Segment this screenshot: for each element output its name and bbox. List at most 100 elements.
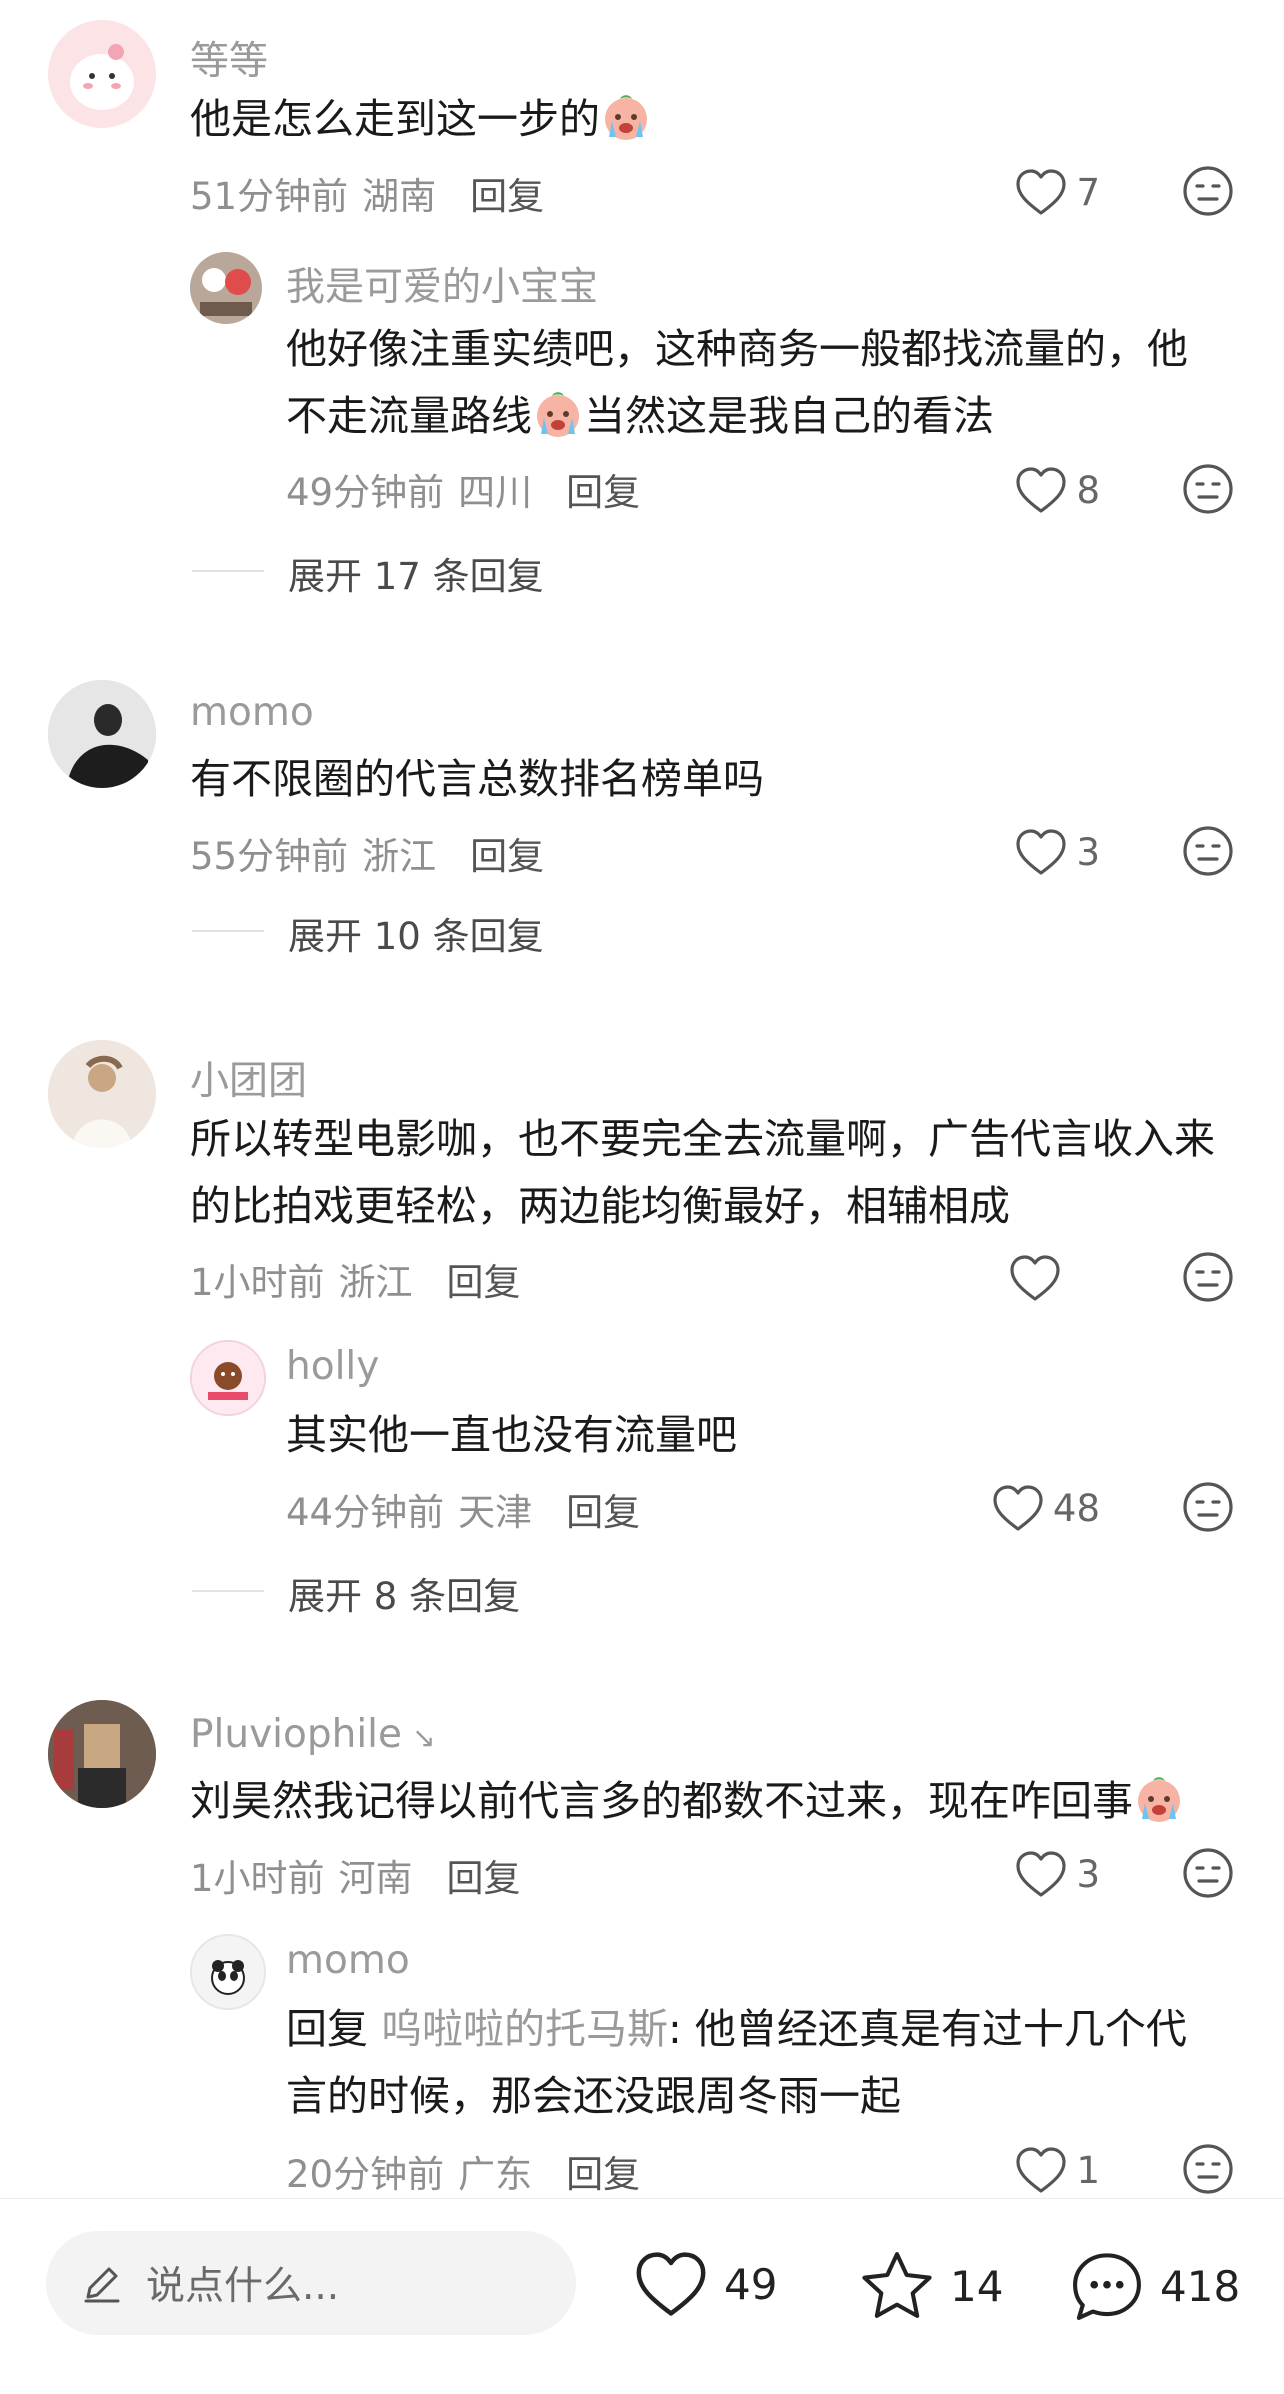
like-button[interactable]: 7 bbox=[990, 164, 1100, 220]
avatar-image bbox=[192, 1342, 264, 1414]
divider bbox=[192, 930, 264, 932]
reply-to-user[interactable]: 呜啦啦的托马斯 bbox=[381, 2005, 668, 2053]
reply-author[interactable]: 我是可爱的小宝宝 bbox=[286, 256, 598, 312]
expand-replies-label: 展开 17 条回复 bbox=[288, 555, 544, 598]
neutral-face-icon[interactable] bbox=[1181, 462, 1235, 516]
expand-replies-button[interactable]: 展开 8 条回复 bbox=[192, 1566, 521, 1620]
reply-time: 44分钟前 bbox=[286, 1491, 445, 1534]
bottom-action-bar: 说点什么... 49 14 418 bbox=[0, 2198, 1284, 2394]
comment-input-placeholder: 说点什么... bbox=[146, 2264, 340, 2309]
comment-author[interactable]: Pluviophile ↘ bbox=[190, 1712, 435, 1757]
reply-text-line: 回复 呜啦啦的托马斯: 他曾经还真是有过十几个代 bbox=[286, 1996, 1187, 2063]
comment-text: 所以转型电影咖，也不要完全去流量啊，广告代言收入来 的比拍戏更轻松，两边能均衡最… bbox=[190, 1106, 1215, 1240]
comment-text-content: 他是怎么走到这一步的 bbox=[190, 95, 600, 143]
comment-author[interactable]: momo bbox=[190, 690, 314, 735]
heart-outline-icon bbox=[636, 2252, 706, 2316]
heart-outline-icon bbox=[1008, 1253, 1062, 1303]
heart-outline-icon bbox=[1014, 465, 1068, 515]
neutral-face-icon[interactable] bbox=[1181, 824, 1235, 878]
reply-text: 回复 呜啦啦的托马斯: 他曾经还真是有过十几个代 言的时候，那会还没跟周冬雨一起 bbox=[286, 1996, 1187, 2130]
reply-text-segment: 当然这是我自己的看法 bbox=[584, 392, 994, 440]
like-button[interactable]: 48 bbox=[970, 1480, 1100, 1536]
comment-text: 他是怎么走到这一步的 bbox=[190, 86, 652, 153]
crying-face-emoji bbox=[1133, 1773, 1185, 1825]
avatar[interactable] bbox=[48, 1700, 156, 1808]
avatar-image bbox=[192, 1936, 264, 2008]
avatar-image bbox=[190, 252, 262, 324]
avatar[interactable] bbox=[190, 252, 262, 324]
comment-count: 418 bbox=[1160, 2261, 1241, 2311]
neutral-face-icon[interactable] bbox=[1181, 1480, 1235, 1534]
like-button[interactable] bbox=[990, 1250, 1070, 1306]
expand-replies-button[interactable]: 展开 17 条回复 bbox=[192, 546, 544, 600]
reply-button[interactable]: 回复 bbox=[566, 471, 640, 514]
reply-button[interactable]: 回复 bbox=[447, 1857, 521, 1900]
comment-location: 河南 bbox=[338, 1857, 413, 1900]
expand-replies-label: 展开 8 条回复 bbox=[288, 1575, 521, 1618]
reply-meta: 49分钟前 四川 回复 bbox=[286, 462, 640, 516]
reply-author[interactable]: momo bbox=[286, 1938, 410, 1983]
like-button[interactable]: 8 bbox=[990, 462, 1100, 518]
avatar-image bbox=[48, 680, 156, 788]
avatar[interactable] bbox=[48, 1040, 156, 1148]
reply-button[interactable]: 回复 bbox=[566, 2153, 640, 2196]
like-count: 7 bbox=[1076, 170, 1100, 214]
avatar[interactable] bbox=[190, 1934, 266, 2010]
comment-count-button[interactable]: 418 bbox=[1068, 2249, 1240, 2323]
heart-outline-icon bbox=[1014, 2145, 1068, 2195]
comment-meta: 1小时前 河南 回复 bbox=[190, 1848, 521, 1902]
like-count: 1 bbox=[1076, 2148, 1100, 2192]
like-button[interactable]: 1 bbox=[990, 2142, 1100, 2198]
like-button[interactable]: 3 bbox=[990, 1846, 1100, 1902]
like-button[interactable]: 3 bbox=[990, 824, 1100, 880]
avatar[interactable] bbox=[48, 680, 156, 788]
neutral-face-icon[interactable] bbox=[1181, 1250, 1235, 1304]
heart-outline-icon bbox=[991, 1483, 1045, 1533]
like-count: 48 bbox=[1052, 1486, 1100, 1530]
comment-text: 有不限圈的代言总数排名榜单吗 bbox=[190, 755, 764, 803]
reply-location: 四川 bbox=[458, 471, 533, 514]
reply-author[interactable]: holly bbox=[286, 1344, 379, 1389]
neutral-face-icon[interactable] bbox=[1181, 2142, 1235, 2196]
reply-text: 其实他一直也没有流量吧 bbox=[286, 1411, 737, 1459]
author-name: Pluviophile bbox=[190, 1712, 402, 1757]
neutral-face-icon[interactable] bbox=[1181, 164, 1235, 218]
heart-outline-icon bbox=[1014, 167, 1068, 217]
expand-replies-button[interactable]: 展开 10 条回复 bbox=[192, 906, 544, 960]
reply-location: 天津 bbox=[458, 1491, 533, 1534]
comment-time: 51分钟前 bbox=[190, 175, 349, 218]
heart-outline-icon bbox=[1014, 827, 1068, 877]
like-post-button[interactable]: 49 bbox=[632, 2249, 777, 2319]
neutral-face-icon[interactable] bbox=[1181, 1846, 1235, 1900]
reply-location: 广东 bbox=[458, 2153, 533, 2196]
reply-button[interactable]: 回复 bbox=[447, 1261, 521, 1304]
comment-time: 1小时前 bbox=[190, 1857, 325, 1900]
comment-location: 浙江 bbox=[362, 835, 437, 878]
favorite-count: 14 bbox=[950, 2261, 1004, 2311]
reply-button[interactable]: 回复 bbox=[566, 1491, 640, 1534]
comment-input[interactable]: 说点什么... bbox=[46, 2231, 576, 2335]
comment-location: 浙江 bbox=[338, 1261, 413, 1304]
reply-text-line: 不走流量路线 当然这是我自己的看法 bbox=[286, 383, 1188, 450]
crying-face-emoji bbox=[532, 388, 584, 440]
comment-text-line: 的比拍戏更轻松，两边能均衡最好，相辅相成 bbox=[190, 1182, 1010, 1230]
comment-meta: 1小时前 浙江 回复 bbox=[190, 1252, 521, 1306]
comment-text-content: 刘昊然我记得以前代言多的都数不过来，现在咋回事 bbox=[190, 1777, 1133, 1825]
post-like-count: 49 bbox=[724, 2259, 778, 2309]
reply-time: 20分钟前 bbox=[286, 2153, 445, 2196]
avatar[interactable] bbox=[48, 20, 156, 128]
crying-face-emoji bbox=[600, 91, 652, 143]
avatar-image bbox=[48, 1700, 156, 1808]
reply-button[interactable]: 回复 bbox=[470, 175, 544, 218]
favorite-button[interactable]: 14 bbox=[858, 2249, 1003, 2323]
comment-author[interactable]: 小团团 bbox=[190, 1050, 307, 1106]
like-count: 3 bbox=[1076, 830, 1100, 874]
comment-text-line: 所以转型电影咖，也不要完全去流量啊，广告代言收入来 bbox=[190, 1115, 1215, 1163]
avatar[interactable] bbox=[190, 1340, 266, 1416]
reply-button[interactable]: 回复 bbox=[470, 835, 544, 878]
reply-text: 他好像注重实绩吧，这种商务一般都找流量的，他 不走流量路线 当然这是我自己的看法 bbox=[286, 316, 1188, 450]
comment-meta: 51分钟前 湖南 回复 bbox=[190, 166, 544, 220]
heart-outline-icon bbox=[1014, 1849, 1068, 1899]
comment-author[interactable]: 等等 bbox=[190, 30, 268, 86]
divider bbox=[192, 570, 264, 572]
